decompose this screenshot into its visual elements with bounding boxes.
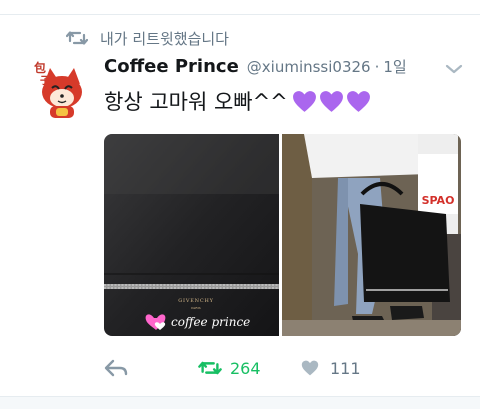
retweet-icon bbox=[198, 361, 222, 375]
retweet-count: 264 bbox=[230, 358, 261, 378]
retweet-icon bbox=[66, 31, 88, 45]
tweet-timestamp[interactable]: 1일 bbox=[383, 56, 406, 77]
person-carrying-bag-photo[interactable]: SPAO bbox=[282, 134, 461, 336]
purple-heart-icon bbox=[292, 90, 316, 112]
svg-text:SPAO: SPAO bbox=[422, 194, 455, 207]
retweet-context-text: 내가 리트윗했습니다 bbox=[100, 29, 229, 48]
purple-heart-icon bbox=[319, 90, 343, 112]
retweet-context: 내가 리트윗했습니다 bbox=[66, 26, 229, 50]
purple-heart-icon bbox=[346, 90, 370, 112]
chevron-down-icon[interactable] bbox=[444, 62, 464, 76]
display-name[interactable]: Coffee Prince bbox=[104, 56, 239, 77]
retweet-button[interactable]: 264 bbox=[198, 354, 261, 382]
top-separator bbox=[0, 0, 480, 15]
avatar[interactable]: 包 子 bbox=[30, 54, 94, 122]
separator-dot: · bbox=[374, 58, 380, 76]
svg-text:GIVENCHY: GIVENCHY bbox=[178, 298, 214, 304]
bag-closeup-photo[interactable]: GIVENCHY PARIS coffee prince bbox=[104, 134, 279, 336]
reply-icon bbox=[104, 359, 128, 377]
like-button[interactable]: 111 bbox=[298, 354, 361, 382]
like-count: 111 bbox=[330, 358, 361, 378]
tweet-header: Coffee Prince @xiuminssi0326 · 1일 bbox=[104, 56, 407, 77]
svg-text:PARIS: PARIS bbox=[191, 306, 200, 310]
svg-text:包: 包 bbox=[33, 60, 46, 75]
action-bar: 264 111 bbox=[104, 354, 434, 382]
media-grid: GIVENCHY PARIS coffee prince SPAO bbox=[104, 134, 461, 336]
user-handle[interactable]: @xiuminssi0326 bbox=[247, 58, 371, 76]
svg-text:coffee prince: coffee prince bbox=[171, 315, 250, 329]
tweet-text-body: 항상 고마워 오빠^^ bbox=[104, 90, 288, 114]
emoji-group bbox=[290, 90, 371, 113]
heart-icon bbox=[301, 360, 319, 376]
bottom-separator bbox=[0, 396, 480, 409]
tweet-text: 항상 고마워 오빠^^ bbox=[104, 86, 371, 116]
reply-button[interactable] bbox=[104, 354, 128, 382]
